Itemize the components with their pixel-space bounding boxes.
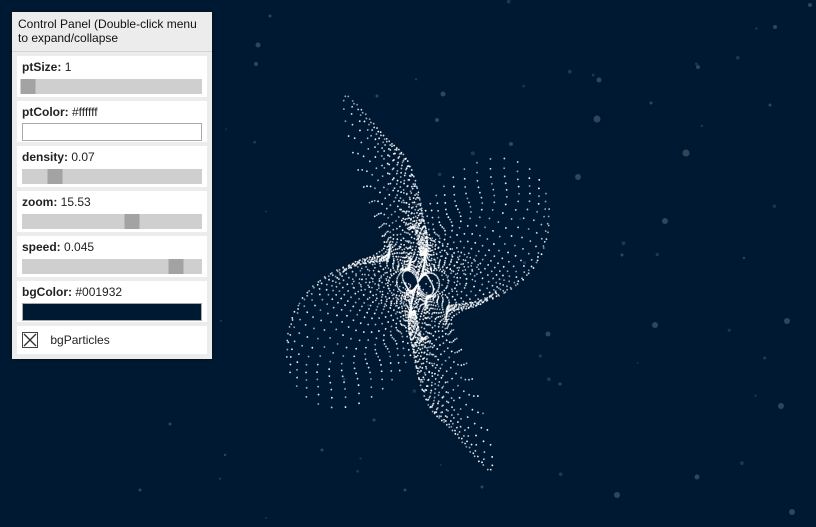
bgcolor-label: bgColor:: [22, 285, 72, 299]
zoom-slider[interactable]: [22, 214, 202, 229]
bgparticles-label: bgParticles: [50, 333, 110, 347]
bgparticles-checkbox[interactable]: [22, 332, 38, 348]
bgcolor-control: bgColor: #001932: [17, 281, 207, 322]
ptsize-control: ptSize: 1: [17, 56, 207, 97]
ptcolor-control: ptColor: #ffffff: [17, 101, 207, 142]
zoom-slider-handle[interactable]: [124, 214, 140, 229]
bgcolor-swatch[interactable]: [22, 303, 202, 321]
ptsize-label: ptSize:: [22, 60, 62, 74]
ptsize-slider[interactable]: [20, 79, 202, 94]
density-slider[interactable]: [22, 169, 202, 184]
speed-value: 0.045: [64, 240, 95, 254]
speed-slider[interactable]: [22, 259, 202, 274]
density-label: density:: [22, 150, 69, 164]
x-mark-icon: [23, 333, 37, 347]
control-panel-title[interactable]: Control Panel (Double-click menu to expa…: [12, 12, 212, 52]
ptcolor-label: ptColor:: [22, 105, 69, 119]
speed-slider-handle[interactable]: [168, 259, 184, 274]
density-control: density: 0.07: [17, 146, 207, 187]
zoom-label: zoom:: [22, 195, 58, 209]
zoom-control: zoom: 15.53: [17, 191, 207, 232]
bgparticles-control: bgParticles: [17, 326, 207, 354]
speed-control: speed: 0.045: [17, 236, 207, 277]
speed-label: speed:: [22, 240, 61, 254]
bgcolor-value: #001932: [75, 285, 123, 299]
ptcolor-swatch[interactable]: [22, 123, 202, 141]
ptsize-slider-handle[interactable]: [20, 79, 36, 94]
zoom-value: 15.53: [60, 195, 91, 209]
density-slider-handle[interactable]: [47, 169, 63, 184]
control-panel: Control Panel (Double-click menu to expa…: [12, 12, 212, 359]
ptcolor-value: #ffffff: [72, 105, 98, 119]
density-value: 0.07: [71, 150, 95, 164]
ptsize-value: 1: [64, 60, 72, 74]
